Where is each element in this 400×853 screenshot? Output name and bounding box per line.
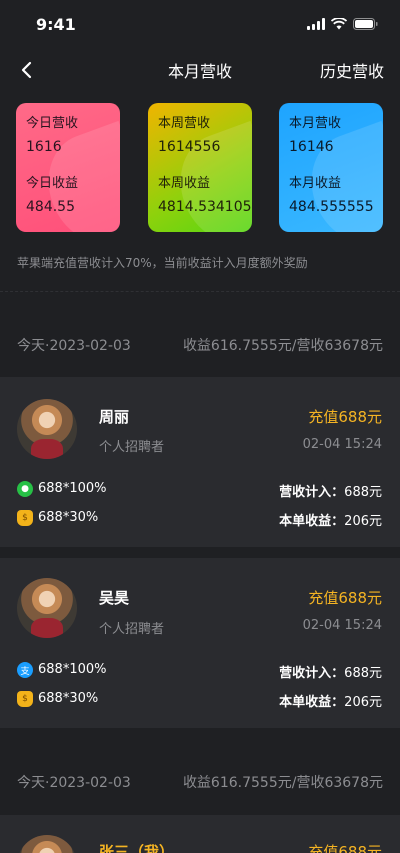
avatar	[17, 835, 77, 853]
record-role: 个人招聘者	[99, 622, 165, 637]
month-revenue-label: 本月营收	[289, 116, 342, 131]
month-income-value: 484.555555	[289, 199, 374, 215]
nav-bar: 本月营收 历史营收	[0, 48, 400, 92]
money-bag-icon: $	[17, 510, 33, 526]
record-charge: 充值688元	[308, 589, 382, 607]
avatar	[17, 578, 77, 638]
order-income: 本单收益：206元	[279, 514, 382, 529]
week-revenue-label: 本周营收	[158, 116, 211, 131]
alipay-icon: 支	[17, 662, 33, 678]
today-revenue-label: 今日营收	[26, 116, 79, 131]
month-income-label: 本月收益	[289, 176, 342, 191]
back-button[interactable]	[12, 56, 40, 84]
money-bag-icon: $	[17, 691, 33, 707]
record-time: 02-04 15:24	[302, 437, 382, 452]
income-ratio: 688*30%	[38, 510, 99, 525]
revenue-count: 营收计入：688元	[279, 666, 382, 681]
wifi-icon	[331, 18, 347, 30]
week-income-label: 本周收益	[158, 176, 211, 191]
month-revenue-value: 16146	[289, 139, 334, 155]
battery-icon	[353, 18, 378, 30]
group-summary: 收益616.7555元/营收63678元	[182, 338, 383, 354]
week-revenue-value: 1614556	[158, 139, 221, 155]
history-revenue-link[interactable]: 历史营收	[320, 58, 384, 82]
group-summary: 收益616.7555元/营收63678元	[182, 775, 383, 791]
record-card[interactable]: 吴昊 个人招聘者 充值688元 02-04 15:24 支 688*100% 营…	[0, 558, 400, 728]
income-ratio: 688*30%	[38, 691, 99, 706]
record-time: 02-04 15:24	[302, 618, 382, 633]
date-group-header: 今天·2023-02-03 收益616.7555元/营收63678元	[0, 333, 400, 357]
today-revenue-value: 1616	[26, 139, 62, 155]
pay-ratio: 688*100%	[38, 481, 107, 496]
today-income-value: 484.55	[26, 199, 75, 215]
record-name: 吴昊	[99, 589, 130, 607]
pay-ratio: 688*100%	[38, 662, 107, 677]
status-bar: 9:41	[0, 0, 400, 48]
today-income-label: 今日收益	[26, 176, 79, 191]
chevron-left-icon	[21, 61, 32, 79]
week-card[interactable]: 本周营收 1614556 本周收益 4814.534105	[148, 103, 252, 232]
status-time: 9:41	[36, 14, 76, 34]
record-name: 张三（我）	[99, 843, 175, 853]
summary-cards: 今日营收 1616 今日收益 484.55 本周营收 1614556 本周收益 …	[16, 103, 384, 232]
record-card[interactable]: 张三（我） 充值688元	[0, 815, 400, 853]
record-name: 周丽	[99, 408, 130, 426]
divider	[0, 291, 400, 292]
date-group-header: 今天·2023-02-03 收益616.7555元/营收63678元	[0, 770, 400, 794]
order-income: 本单收益：206元	[279, 695, 382, 710]
today-card[interactable]: 今日营收 1616 今日收益 484.55	[16, 103, 120, 232]
page-title: 本月营收	[167, 62, 232, 81]
signal-icon	[307, 18, 325, 30]
wechat-pay-icon: ●	[17, 481, 33, 497]
week-income-value: 4814.534105	[158, 199, 252, 215]
month-card[interactable]: 本月营收 16146 本月收益 484.555555	[279, 103, 383, 232]
record-card[interactable]: 周丽 个人招聘者 充值688元 02-04 15:24 ● 688*100% 营…	[0, 377, 400, 547]
record-charge: 充值688元	[308, 843, 382, 853]
revenue-notice: 苹果端充值营收计入70%，当前收益计入月度额外奖励	[17, 256, 308, 270]
group-date: 今天·2023-02-03	[17, 338, 131, 354]
record-charge: 充值688元	[308, 408, 382, 426]
record-role: 个人招聘者	[99, 440, 165, 455]
avatar	[17, 399, 77, 459]
status-icons	[307, 18, 378, 30]
revenue-count: 营收计入：688元	[279, 485, 382, 500]
group-date: 今天·2023-02-03	[17, 775, 131, 791]
